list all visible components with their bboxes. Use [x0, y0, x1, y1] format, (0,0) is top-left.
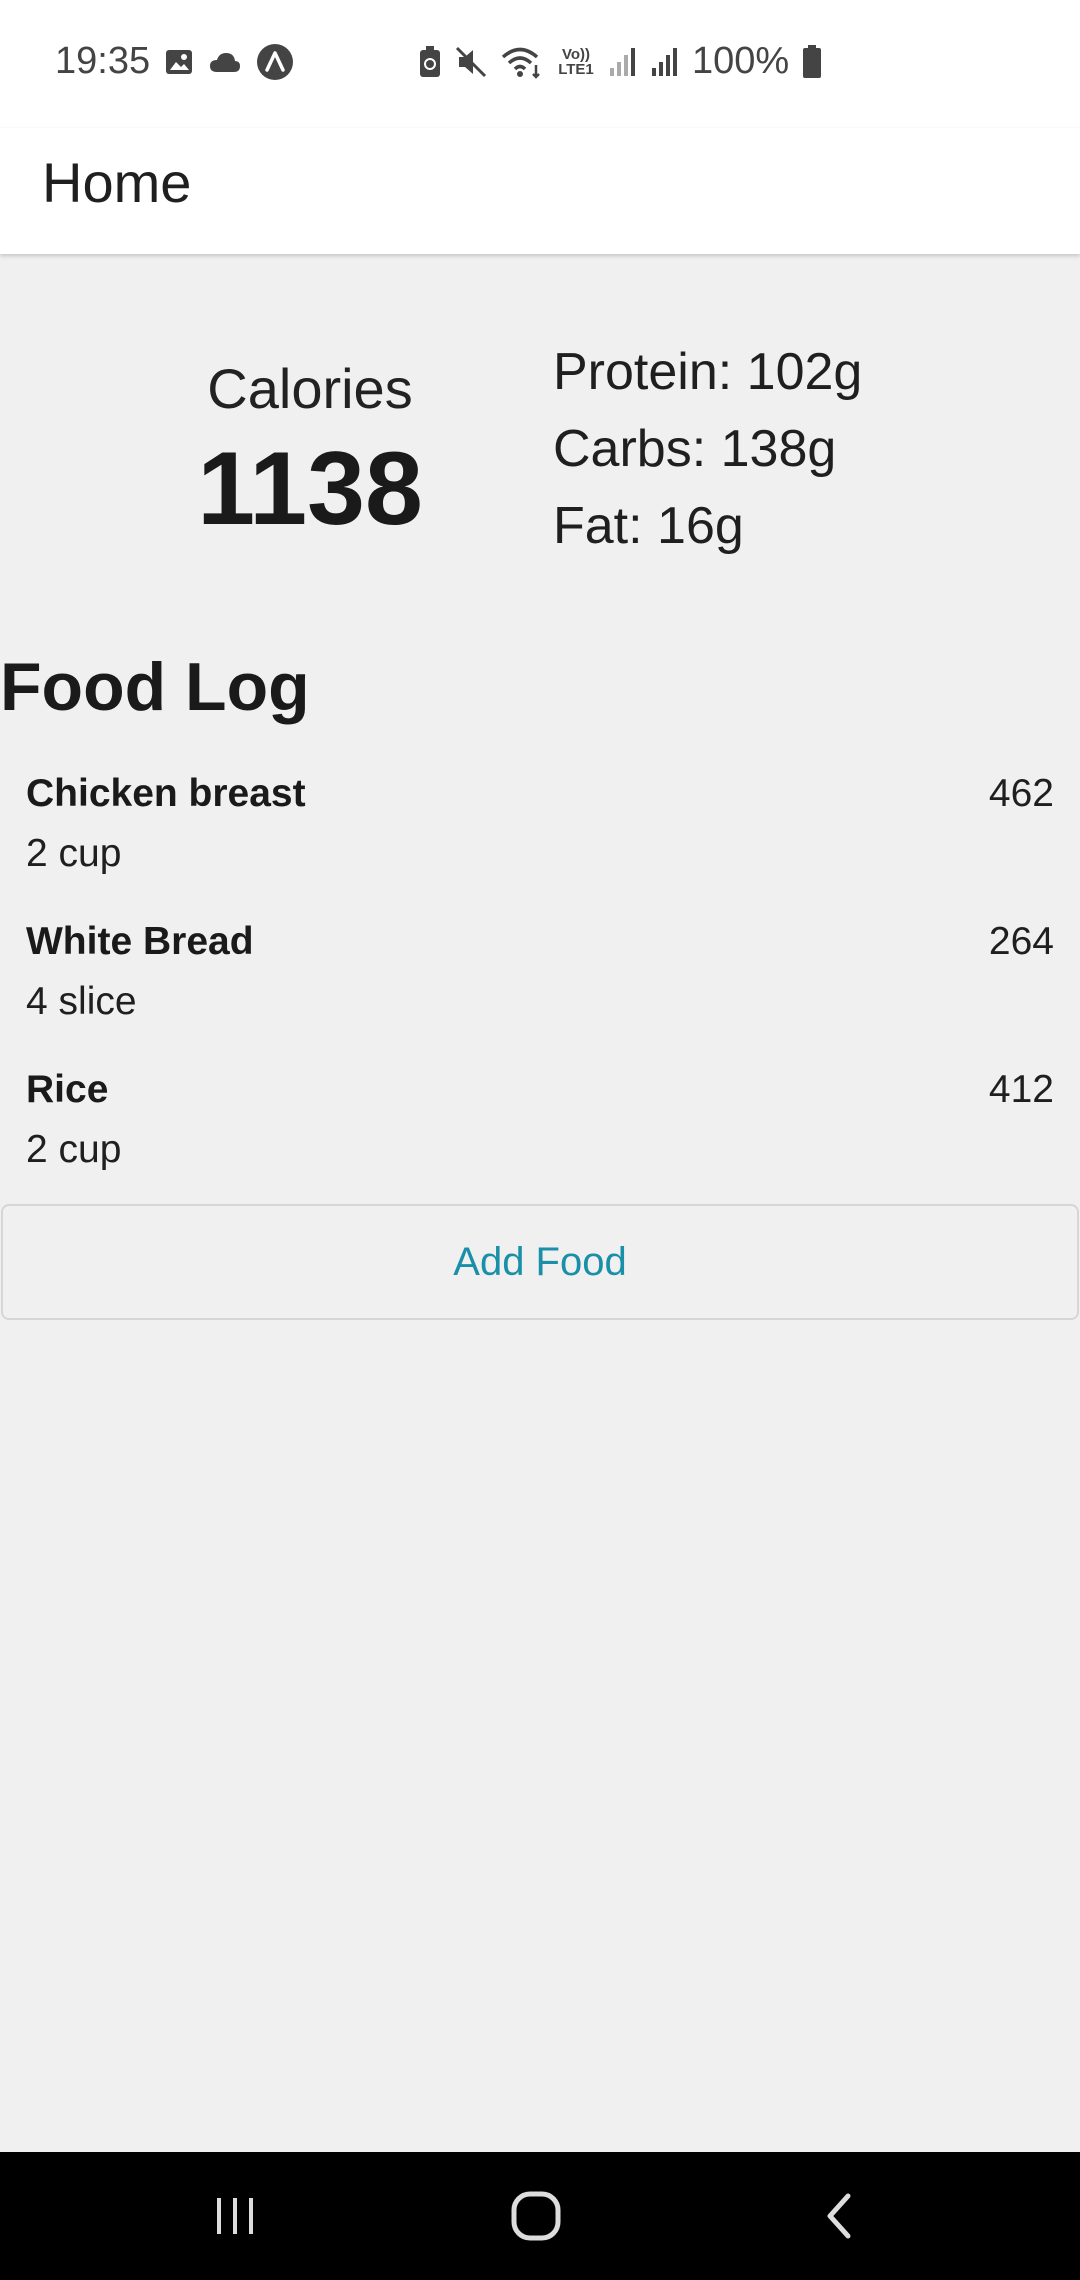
signal-icon: [650, 46, 680, 78]
food-calories: 264: [988, 920, 1054, 963]
food-name: Chicken breast: [26, 772, 306, 815]
food-calories: 412: [988, 1068, 1054, 1111]
list-item[interactable]: Rice 2 cup 412: [0, 1056, 1080, 1204]
back-icon[interactable]: [808, 2184, 872, 2248]
app-notification-icon: [256, 43, 294, 81]
status-bar: 19:35 Vo)) LTE1 100%: [0, 0, 1080, 128]
food-quantity: 4 slice: [26, 980, 137, 1023]
food-list: Chicken breast 2 cup 462 White Bread 4 s…: [0, 760, 1080, 1204]
status-time: 19:35: [55, 40, 151, 82]
calories-value: 1138: [197, 431, 423, 547]
food-log-title: Food Log: [0, 649, 310, 725]
cloud-icon: [208, 50, 242, 74]
recents-icon[interactable]: [203, 2184, 267, 2248]
home-icon[interactable]: [504, 2184, 568, 2248]
fat-text: Fat: 16g: [553, 497, 744, 555]
food-calories: 462: [988, 772, 1054, 815]
battery-icon: [801, 44, 823, 80]
mute-icon: [454, 45, 488, 79]
food-name: White Bread: [26, 920, 254, 963]
food-quantity: 2 cup: [26, 832, 122, 875]
battery-saver-icon: [418, 45, 442, 79]
list-item[interactable]: Chicken breast 2 cup 462: [0, 760, 1080, 908]
status-left: 19:35: [55, 40, 294, 83]
carbs-text: Carbs: 138g: [553, 420, 837, 478]
battery-percent: 100%: [692, 40, 790, 82]
food-name: Rice: [26, 1068, 109, 1111]
calories-label: Calories: [207, 357, 413, 420]
system-nav-bar: [0, 2152, 1080, 2280]
wifi-icon: [500, 45, 544, 79]
nutrition-summary: Calories 1138 Protein: 102g Carbs: 138g …: [0, 330, 1080, 580]
list-item[interactable]: White Bread 4 slice 264: [0, 908, 1080, 1056]
add-food-button[interactable]: Add Food: [1, 1204, 1079, 1320]
food-quantity: 2 cup: [26, 1128, 122, 1171]
volte-label: Vo)) LTE1: [558, 45, 594, 78]
status-right: Vo)) LTE1 100%: [418, 40, 823, 83]
image-icon: [164, 47, 194, 77]
app-bar: Home: [0, 128, 1080, 254]
protein-text: Protein: 102g: [553, 343, 863, 401]
page-title: Home: [42, 151, 192, 214]
signal-icon: [608, 46, 638, 78]
volte-icon: Vo)) LTE1: [556, 47, 596, 77]
